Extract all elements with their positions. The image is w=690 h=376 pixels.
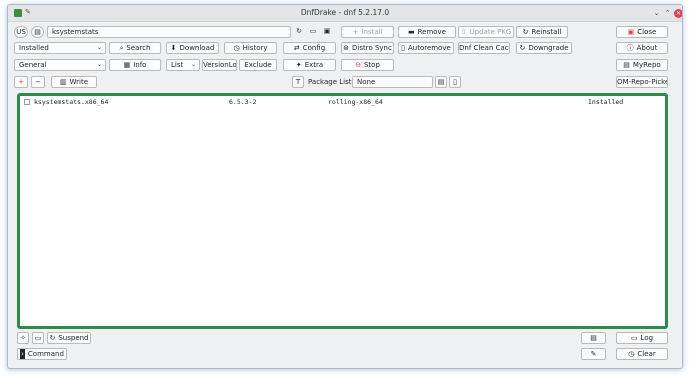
- clear-icon: ◷: [628, 350, 635, 358]
- terminal-icon: ›: [20, 349, 25, 359]
- reinstall-icon: ↻: [522, 28, 529, 36]
- package-list-field[interactable]: None: [352, 76, 433, 88]
- subtract-button[interactable]: −: [31, 76, 45, 88]
- om-repo-picker-button[interactable]: OM-Repo-Picker: [616, 76, 668, 88]
- package-repo: rolling-x86_64: [328, 98, 383, 106]
- download-icon: ⬇: [170, 44, 177, 52]
- package-list-label: Package List:: [308, 78, 354, 86]
- search-icon: ⌕: [119, 44, 124, 52]
- chevron-down-icon: ⌄: [190, 61, 196, 68]
- clean-cache-button[interactable]: Dnf Clean Cache: [458, 42, 510, 54]
- suspend-icon: ↻: [49, 334, 56, 342]
- autoremove-button[interactable]: ▯ Autoremove: [398, 42, 454, 54]
- trash-icon: ▯: [401, 44, 405, 52]
- distro-sync-button[interactable]: ⊛ Distro Sync: [341, 42, 394, 54]
- app-window: ✎ DnfDrake - dnf 5.2.17.0 ⌄ ⌃ ✕ US ▤ ksy…: [7, 4, 683, 369]
- cart-icon[interactable]: ▭: [32, 332, 44, 344]
- info-icon: ▦: [123, 61, 131, 69]
- sync-icon: ⊛: [343, 44, 350, 52]
- document-icon[interactable]: ▤: [435, 76, 447, 88]
- add-button[interactable]: +: [14, 76, 28, 88]
- chevron-down-icon: ⌄: [96, 61, 102, 68]
- history-icon: ◷: [233, 44, 240, 52]
- chevron-down-icon: ⌄: [96, 44, 102, 51]
- x-icon: ▣: [627, 28, 635, 36]
- refresh-icon[interactable]: ↻: [293, 26, 305, 38]
- remove-button[interactable]: ▬ Remove: [398, 26, 456, 38]
- reinstall-button[interactable]: ↻ Reinstall: [516, 26, 568, 38]
- table-row[interactable]: ksystemstats.x86_64 6.5.3-2 rolling-x86_…: [22, 98, 663, 107]
- command-button[interactable]: › Command: [17, 348, 67, 360]
- update-pkg-button[interactable]: ⇧ Update PKG: [458, 26, 514, 38]
- package-name: ksystemstats.x86_64: [34, 98, 109, 106]
- versionlock-button[interactable]: VersionLock: [202, 59, 237, 71]
- filter-select[interactable]: Installed ⌄: [14, 42, 106, 54]
- about-button[interactable]: ⓘ About: [616, 42, 668, 54]
- text-icon[interactable]: T: [292, 76, 304, 88]
- package-list[interactable]: ksystemstats.x86_64 6.5.3-2 rolling-x86_…: [17, 93, 668, 329]
- star-icon: ✦: [295, 61, 302, 69]
- close-icon[interactable]: ✕: [674, 9, 682, 18]
- clear-button[interactable]: ◷ Clear: [616, 348, 668, 360]
- eraser-icon[interactable]: ✎: [581, 348, 606, 360]
- maximize-icon[interactable]: ⌃: [663, 9, 672, 18]
- minus-icon: ▬: [407, 28, 415, 36]
- search-button[interactable]: ⌕ Search: [109, 42, 161, 54]
- suspend-button[interactable]: ↻ Suspend: [47, 332, 91, 344]
- log-button[interactable]: ▭ Log: [616, 332, 668, 344]
- view-select[interactable]: List ⌄: [166, 59, 200, 71]
- myrepo-button[interactable]: ▤ MyRepo: [616, 59, 668, 71]
- install-button[interactable]: + Install: [341, 26, 394, 38]
- repo-icon: ▤: [623, 61, 630, 69]
- plus-icon: +: [352, 28, 359, 36]
- close-button[interactable]: ▣ Close: [616, 26, 668, 38]
- update-icon: ⇧: [460, 28, 467, 36]
- settings-icon[interactable]: ✧: [17, 332, 29, 344]
- stop-icon: ⊖: [355, 61, 361, 69]
- lang-badge[interactable]: US: [14, 26, 28, 38]
- stop-button[interactable]: ⊖ Stop: [341, 59, 394, 71]
- save-icon[interactable]: ▣: [321, 26, 333, 38]
- row-checkbox[interactable]: [24, 99, 30, 105]
- info-button[interactable]: ▦ Info: [109, 59, 161, 71]
- log-icon: ▭: [630, 334, 638, 342]
- minimize-icon[interactable]: ⌄: [652, 9, 661, 18]
- group-select[interactable]: General ⌄: [14, 59, 106, 71]
- downgrade-button[interactable]: ↻ Downgrade: [516, 42, 572, 54]
- repo-icon[interactable]: ▤: [31, 26, 44, 38]
- config-icon: ⇄: [293, 44, 300, 52]
- history-button[interactable]: ◷ History: [224, 42, 277, 54]
- info-icon: ⓘ: [626, 44, 634, 52]
- trash-icon[interactable]: ▯: [449, 76, 461, 88]
- window-title: DnfDrake - dnf 5.2.17.0: [300, 8, 390, 17]
- log-file-icon[interactable]: ▤: [581, 332, 606, 344]
- title-bar: ✎ DnfDrake - dnf 5.2.17.0 ⌄ ⌃ ✕: [8, 5, 682, 22]
- config-button[interactable]: ⇄ Config: [283, 42, 336, 54]
- extra-button[interactable]: ✦ Extra: [283, 59, 336, 71]
- download-button[interactable]: ⬇ Download: [166, 42, 219, 54]
- exclude-button[interactable]: Exclude: [239, 59, 277, 71]
- package-version: 6.5.3-2: [229, 98, 257, 106]
- search-input[interactable]: ksystemstats: [47, 26, 291, 38]
- write-button[interactable]: ▥ Write: [51, 76, 97, 88]
- write-icon: ▥: [59, 78, 67, 86]
- package-status: Installed: [588, 98, 624, 106]
- downgrade-icon: ↻: [519, 44, 526, 52]
- folder-icon[interactable]: ▭: [307, 26, 319, 38]
